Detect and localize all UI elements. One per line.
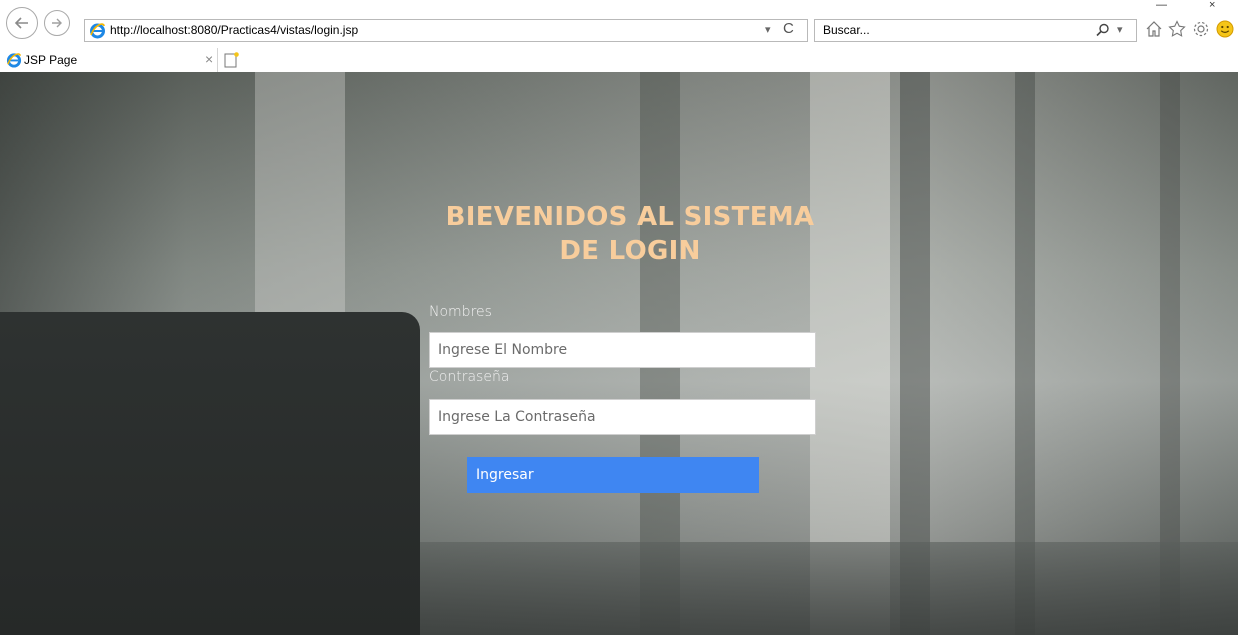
heading-line-1: BIEVENIDOS AL SISTEMA — [445, 202, 815, 232]
page-viewport: BIEVENIDOS AL SISTEMA DE LOGIN Nombres C… — [0, 72, 1238, 635]
password-label: Contraseña — [429, 369, 510, 385]
forward-button[interactable] — [44, 10, 70, 36]
name-label: Nombres — [429, 304, 492, 320]
ie-logo-icon — [6, 53, 22, 68]
refresh-icon[interactable]: C — [783, 20, 794, 37]
favorites-star-icon[interactable] — [1167, 19, 1187, 39]
search-box[interactable]: Buscar... ▾ — [814, 19, 1137, 42]
ie-logo-icon — [90, 23, 105, 39]
search-dropdown-icon[interactable]: ▾ — [1117, 23, 1123, 36]
address-bar[interactable]: http://localhost:8080/Practicas4/vistas/… — [84, 19, 808, 42]
smiley-feedback-icon[interactable] — [1215, 19, 1235, 39]
back-button[interactable] — [6, 7, 38, 39]
settings-gear-icon[interactable] — [1191, 19, 1211, 39]
background-table — [420, 542, 1238, 635]
new-tab-icon[interactable] — [223, 51, 241, 69]
tab-close-icon[interactable]: × — [205, 51, 213, 67]
submit-button[interactable]: Ingresar — [467, 457, 759, 493]
tab-title: JSP Page — [24, 53, 78, 67]
login-heading: BIEVENIDOS AL SISTEMA DE LOGIN — [420, 200, 840, 268]
forward-arrow-icon — [52, 18, 62, 28]
tab-jsp-page[interactable]: JSP Page × — [0, 48, 218, 72]
window-close-button[interactable]: × — [1209, 0, 1215, 11]
name-input[interactable] — [429, 332, 816, 368]
tab-bar: JSP Page × — [0, 48, 1238, 73]
url-text: http://localhost:8080/Practicas4/vistas/… — [110, 23, 359, 37]
home-icon[interactable] — [1144, 19, 1164, 39]
back-arrow-icon — [14, 17, 28, 29]
background-laptop — [0, 312, 420, 635]
minimize-button[interactable]: — — [1156, 0, 1167, 11]
search-icon[interactable] — [1095, 22, 1111, 38]
address-dropdown-icon[interactable]: ▾ — [765, 23, 771, 36]
password-input[interactable] — [429, 399, 816, 435]
heading-line-2: DE LOGIN — [559, 236, 701, 266]
search-placeholder: Buscar... — [823, 23, 870, 37]
browser-toolbar: http://localhost:8080/Practicas4/vistas/… — [0, 0, 1238, 48]
